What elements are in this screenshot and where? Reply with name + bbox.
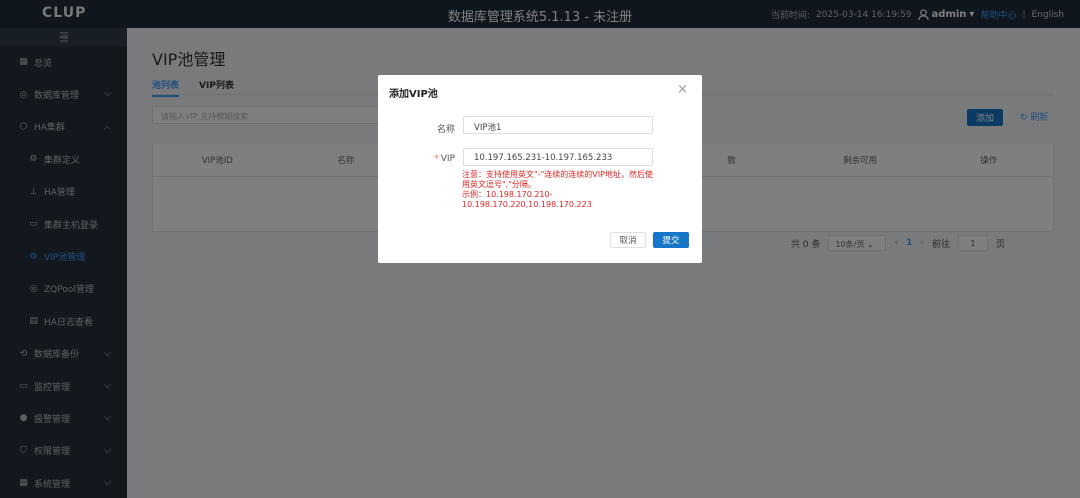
vip-format-note: 注意：支持使用英文"-"连续的连续的VIP地址，然后使用英文逗号","分隔。 示… [462,170,654,210]
example-text: 示例：10.198.170.210-10.198.170.220,10.198.… [462,190,592,209]
dialog-title: 添加VIP池 [389,89,438,100]
cancel-button[interactable]: 取消 [610,232,646,248]
close-icon[interactable]: × [677,82,688,97]
vip-field[interactable]: 10.197.165.231-10.197.165.233 [463,148,653,166]
name-label: 名称 [436,125,455,135]
add-vip-pool-dialog: 添加VIP池 × 名称 VIP池1 * VIP 10.197.165.231-10… [378,75,702,263]
note-text: 注意：支持使用英文"-"连续的连续的VIP地址，然后使用英文逗号","分隔。 [462,170,653,189]
vip-label: * VIP [434,154,455,164]
submit-button[interactable]: 提交 [653,232,689,248]
name-field[interactable]: VIP池1 [463,116,653,134]
